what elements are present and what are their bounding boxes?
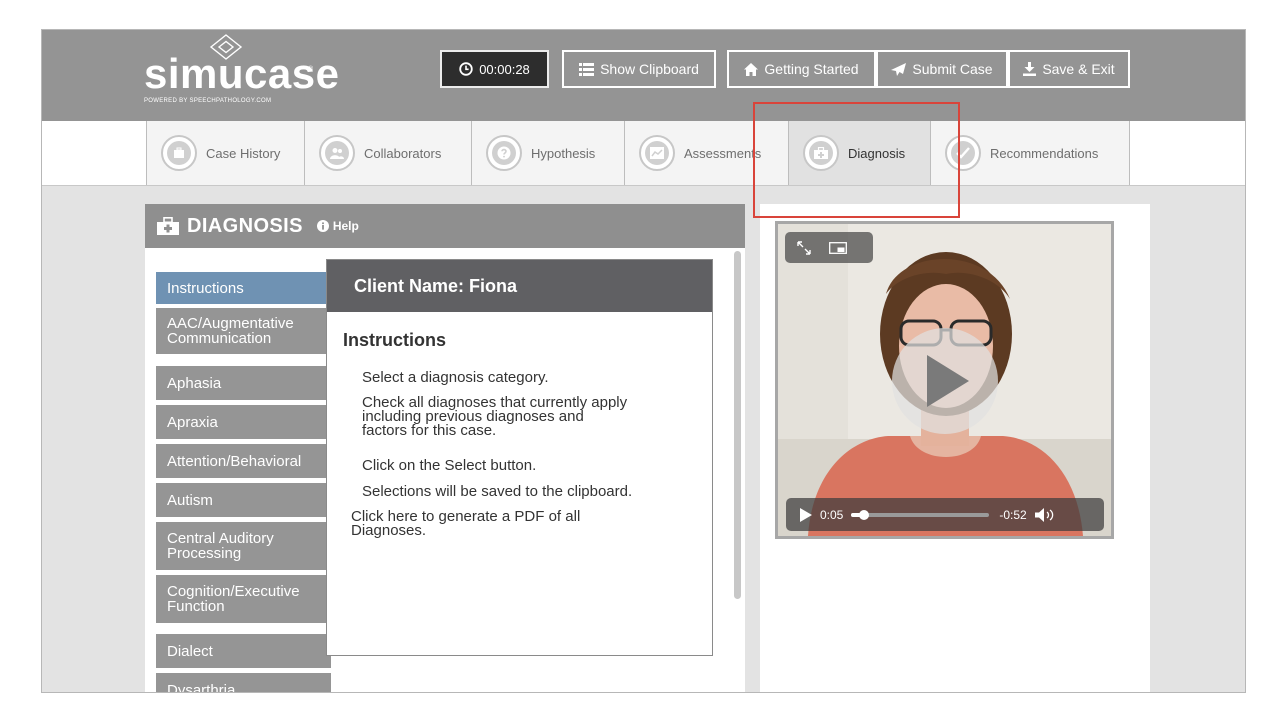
category-autism[interactable]: Autism bbox=[156, 483, 331, 517]
video-progress-handle[interactable] bbox=[858, 509, 869, 520]
header-bar: simucase ® POWERED BY SPEECHPATHOLOGY.CO… bbox=[42, 30, 1245, 121]
medkit-icon bbox=[803, 135, 839, 171]
instructions-box: Client Name: Fiona Instructions Select a… bbox=[326, 259, 713, 656]
category-dialect[interactable]: Dialect bbox=[156, 634, 331, 668]
getting-started-label: Getting Started bbox=[764, 61, 859, 77]
play-icon bbox=[927, 355, 969, 407]
timer-value: 00:00:28 bbox=[479, 61, 530, 77]
play-icon[interactable] bbox=[800, 507, 812, 522]
panel-title-bar: DIAGNOSIS Help bbox=[145, 204, 745, 248]
tab-hypothesis[interactable]: Hypothesis bbox=[471, 121, 624, 185]
medkit-icon bbox=[157, 217, 179, 235]
video-top-controls bbox=[785, 232, 873, 263]
show-clipboard-label: Show Clipboard bbox=[600, 61, 699, 77]
help-link[interactable]: Help bbox=[316, 219, 359, 233]
help-label: Help bbox=[332, 219, 359, 233]
tab-case-history[interactable]: Case History bbox=[146, 121, 304, 185]
category-instructions[interactable]: Instructions bbox=[156, 272, 331, 304]
video-control-bar: 0:05 -0:52 bbox=[786, 498, 1104, 531]
client-name-header: Client Name: Fiona bbox=[327, 260, 712, 312]
timer-display: 00:00:28 bbox=[440, 50, 549, 88]
panel-title: DIAGNOSIS bbox=[187, 214, 303, 237]
chart-icon bbox=[639, 135, 675, 171]
check-icon bbox=[945, 135, 981, 171]
tab-navigation: Case History Collaborators Hypothesis As… bbox=[42, 121, 1245, 186]
list-icon bbox=[579, 62, 595, 76]
show-clipboard-button[interactable]: Show Clipboard bbox=[562, 50, 716, 88]
play-overlay-button[interactable] bbox=[892, 328, 998, 434]
paper-plane-icon bbox=[891, 62, 907, 76]
home-icon bbox=[744, 62, 759, 76]
video-remaining-time: -0:52 bbox=[999, 507, 1027, 522]
save-exit-button[interactable]: Save & Exit bbox=[1008, 50, 1130, 88]
tab-assessments[interactable]: Assessments bbox=[624, 121, 788, 185]
video-player[interactable]: 0:05 -0:52 bbox=[775, 221, 1114, 539]
submit-case-button[interactable]: Submit Case bbox=[876, 50, 1008, 88]
save-exit-label: Save & Exit bbox=[1042, 61, 1115, 77]
instructions-heading: Instructions bbox=[343, 330, 447, 350]
tab-divider bbox=[1129, 121, 1130, 185]
tab-recommendations[interactable]: Recommendations bbox=[930, 121, 1129, 185]
briefcase-icon bbox=[161, 135, 197, 171]
category-apraxia[interactable]: Apraxia bbox=[156, 405, 331, 439]
category-central-auditory[interactable]: Central Auditory Processing bbox=[156, 522, 331, 570]
picture-in-picture-icon[interactable] bbox=[829, 241, 847, 254]
category-attention[interactable]: Attention/Behavioral bbox=[156, 444, 331, 478]
logo-trademark: ® bbox=[308, 66, 314, 73]
logo-wordmark: simucase bbox=[144, 50, 340, 97]
instruction-step: Select a diagnosis category. bbox=[362, 369, 549, 386]
question-icon bbox=[486, 135, 522, 171]
tab-label: Recommendations bbox=[990, 145, 1099, 161]
app-frame: simucase ® POWERED BY SPEECHPATHOLOGY.CO… bbox=[41, 29, 1246, 693]
tab-label: Collaborators bbox=[364, 145, 442, 161]
tab-label: Assessments bbox=[684, 145, 762, 161]
diagnosis-panel: DIAGNOSIS Help Instructions AAC/Augmenta… bbox=[145, 204, 745, 692]
clock-icon bbox=[459, 62, 473, 76]
tab-label: Case History bbox=[206, 145, 281, 161]
category-cognition[interactable]: Cognition/Executive Function bbox=[156, 575, 331, 623]
video-progress-bar[interactable] bbox=[851, 509, 990, 520]
info-icon bbox=[316, 220, 329, 232]
instruction-step: Click on the Select button. bbox=[362, 457, 537, 474]
volume-icon[interactable] bbox=[1034, 507, 1057, 522]
tab-label: Hypothesis bbox=[531, 145, 596, 161]
submit-case-label: Submit Case bbox=[912, 61, 993, 77]
instruction-step: Check all diagnoses that currently apply… bbox=[362, 394, 628, 439]
simucase-logo[interactable]: simucase ® POWERED BY SPEECHPATHOLOGY.CO… bbox=[144, 34, 339, 114]
tab-label: Diagnosis bbox=[848, 145, 906, 161]
generate-pdf-link[interactable]: Click here to generate a PDF of all Diag… bbox=[351, 509, 580, 538]
tab-collaborators[interactable]: Collaborators bbox=[304, 121, 471, 185]
instruction-step: Selections will be saved to the clipboar… bbox=[362, 483, 633, 500]
fullscreen-icon[interactable] bbox=[797, 240, 811, 255]
category-aac[interactable]: AAC/Augmentative Communication bbox=[156, 308, 331, 354]
panel-scrollbar[interactable] bbox=[734, 251, 741, 599]
category-aphasia[interactable]: Aphasia bbox=[156, 366, 331, 400]
getting-started-button[interactable]: Getting Started bbox=[727, 50, 876, 88]
video-current-time: 0:05 bbox=[820, 507, 844, 522]
category-dysarthria[interactable]: Dysarthria bbox=[156, 673, 331, 692]
video-panel: 0:05 -0:52 bbox=[760, 204, 1150, 692]
tab-diagnosis[interactable]: Diagnosis bbox=[788, 121, 930, 185]
download-icon bbox=[1023, 62, 1037, 76]
people-icon bbox=[319, 135, 355, 171]
logo-tagline: POWERED BY SPEECHPATHOLOGY.COM bbox=[144, 98, 272, 104]
